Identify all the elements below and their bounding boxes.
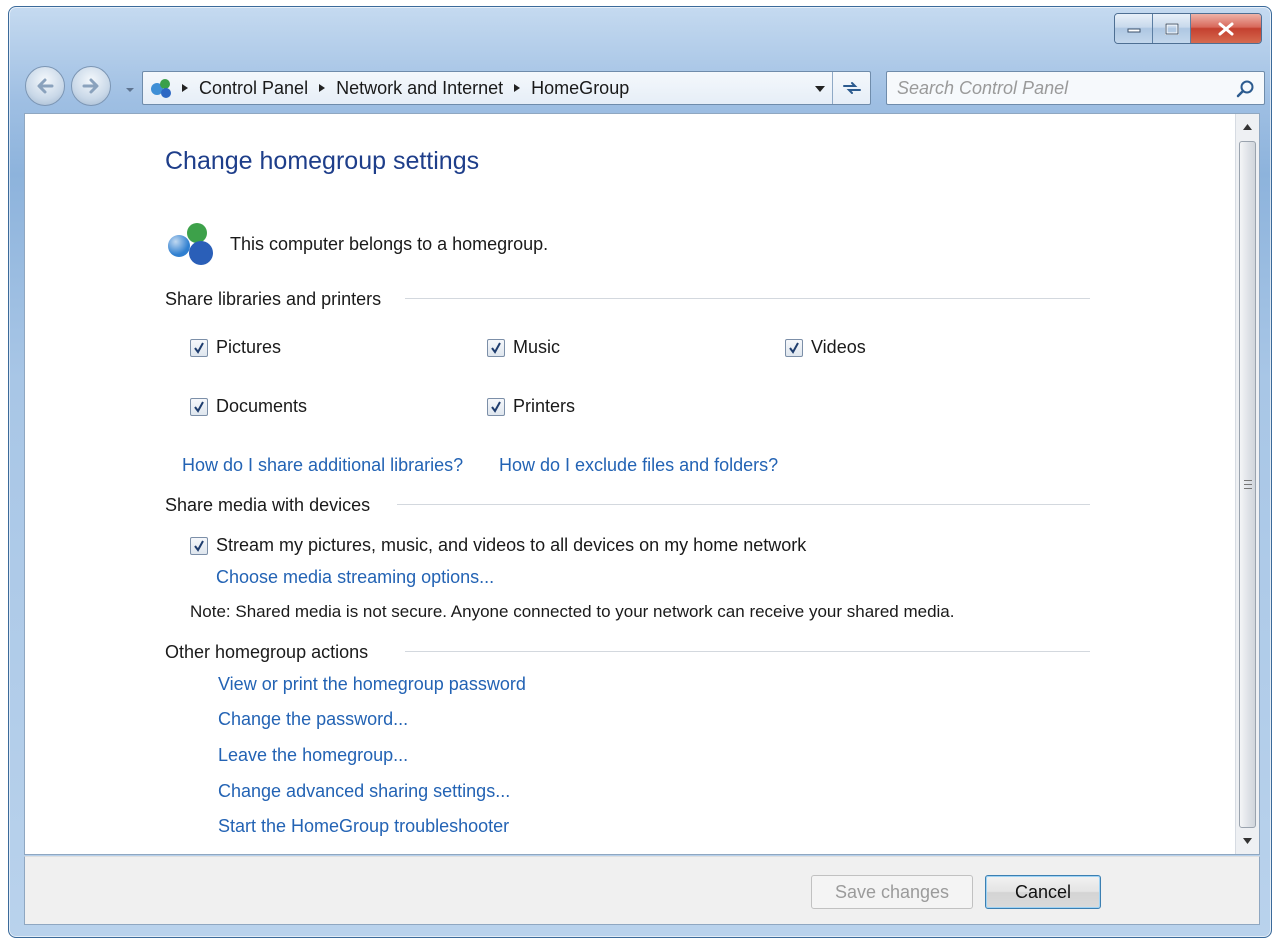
pictures-label[interactable]: Pictures <box>216 337 281 358</box>
pictures-checkbox[interactable] <box>190 339 208 357</box>
vertical-scrollbar[interactable] <box>1235 114 1259 854</box>
scrollbar-thumb[interactable] <box>1239 141 1256 828</box>
address-bar[interactable]: Control Panel Network and Internet HomeG… <box>142 71 871 105</box>
page-title: Change homegroup settings <box>165 147 480 175</box>
search-icon[interactable] <box>1236 79 1256 99</box>
checkmark-icon <box>194 401 204 413</box>
chevron-right-icon[interactable] <box>175 78 195 98</box>
chevron-up-icon <box>1243 124 1252 130</box>
forward-button[interactable] <box>71 66 111 106</box>
homegroup-icon <box>168 223 213 265</box>
caption-buttons <box>1114 13 1262 44</box>
documents-checkbox[interactable] <box>190 398 208 416</box>
address-history-dropdown[interactable] <box>810 79 830 99</box>
save-changes-button[interactable]: Save changes <box>811 875 973 909</box>
dialog-footer: Save changes Cancel <box>24 856 1260 925</box>
chevron-down-icon <box>815 86 825 92</box>
change-password-link[interactable]: Change the password... <box>218 709 408 730</box>
shared-media-note: Note: Shared media is not secure. Anyone… <box>190 602 955 621</box>
content-pane: Change homegroup settings This computer … <box>24 113 1260 855</box>
videos-label[interactable]: Videos <box>811 337 866 358</box>
refresh-button[interactable] <box>832 72 870 104</box>
chevron-down-icon <box>1243 838 1252 844</box>
stream-media-checkbox[interactable] <box>190 537 208 555</box>
share-libraries-heading: Share libraries and printers <box>165 289 396 310</box>
cancel-button[interactable]: Cancel <box>985 875 1101 909</box>
share-media-heading: Share media with devices <box>165 495 385 516</box>
maximize-button[interactable] <box>1153 14 1191 43</box>
divider <box>405 651 1090 652</box>
homegroup-status: This computer belongs to a homegroup. <box>230 234 549 254</box>
printers-checkbox[interactable] <box>487 398 505 416</box>
breadcrumb-homegroup[interactable]: HomeGroup <box>527 78 633 99</box>
music-label[interactable]: Music <box>513 337 560 358</box>
control-panel-icon <box>151 79 171 98</box>
grip-icon <box>1243 480 1252 489</box>
back-button[interactable] <box>25 66 65 106</box>
scroll-down-button[interactable] <box>1236 830 1259 852</box>
chevron-down-icon <box>126 88 134 92</box>
checkmark-icon <box>194 540 204 552</box>
printers-label[interactable]: Printers <box>513 396 575 417</box>
close-button[interactable] <box>1191 14 1261 43</box>
refresh-icon <box>842 82 861 94</box>
search-box[interactable] <box>886 71 1265 105</box>
advanced-sharing-settings-link[interactable]: Change advanced sharing settings... <box>218 781 510 802</box>
share-additional-libraries-link[interactable]: How do I share additional libraries? <box>182 455 463 476</box>
checkmark-icon <box>491 342 501 354</box>
media-streaming-options-link[interactable]: Choose media streaming options... <box>216 567 494 588</box>
divider <box>405 298 1090 299</box>
documents-label[interactable]: Documents <box>216 396 307 417</box>
checkmark-icon <box>194 342 204 354</box>
breadcrumb-control-panel[interactable]: Control Panel <box>195 78 312 99</box>
minimize-icon <box>1127 28 1140 32</box>
minimize-button[interactable] <box>1115 14 1153 43</box>
close-icon <box>1218 22 1234 35</box>
back-arrow-icon <box>37 78 54 94</box>
other-actions-heading: Other homegroup actions <box>165 642 383 663</box>
recent-pages-dropdown[interactable] <box>124 85 136 95</box>
stream-media-label[interactable]: Stream my pictures, music, and videos to… <box>216 535 806 556</box>
divider <box>397 504 1090 505</box>
maximize-icon <box>1164 22 1179 35</box>
forward-arrow-icon <box>82 78 99 94</box>
exclude-files-link[interactable]: How do I exclude files and folders? <box>499 455 778 476</box>
breadcrumb-network-and-internet[interactable]: Network and Internet <box>332 78 507 99</box>
leave-homegroup-link[interactable]: Leave the homegroup... <box>218 745 408 766</box>
videos-checkbox[interactable] <box>785 339 803 357</box>
view-print-password-link[interactable]: View or print the homegroup password <box>218 674 526 695</box>
scroll-up-button[interactable] <box>1236 116 1259 138</box>
checkmark-icon <box>491 401 501 413</box>
search-input[interactable] <box>887 72 1227 104</box>
homegroup-troubleshooter-link[interactable]: Start the HomeGroup troubleshooter <box>218 816 509 837</box>
music-checkbox[interactable] <box>487 339 505 357</box>
checkmark-icon <box>789 342 799 354</box>
chevron-right-icon[interactable] <box>507 78 527 98</box>
chevron-right-icon[interactable] <box>312 78 332 98</box>
